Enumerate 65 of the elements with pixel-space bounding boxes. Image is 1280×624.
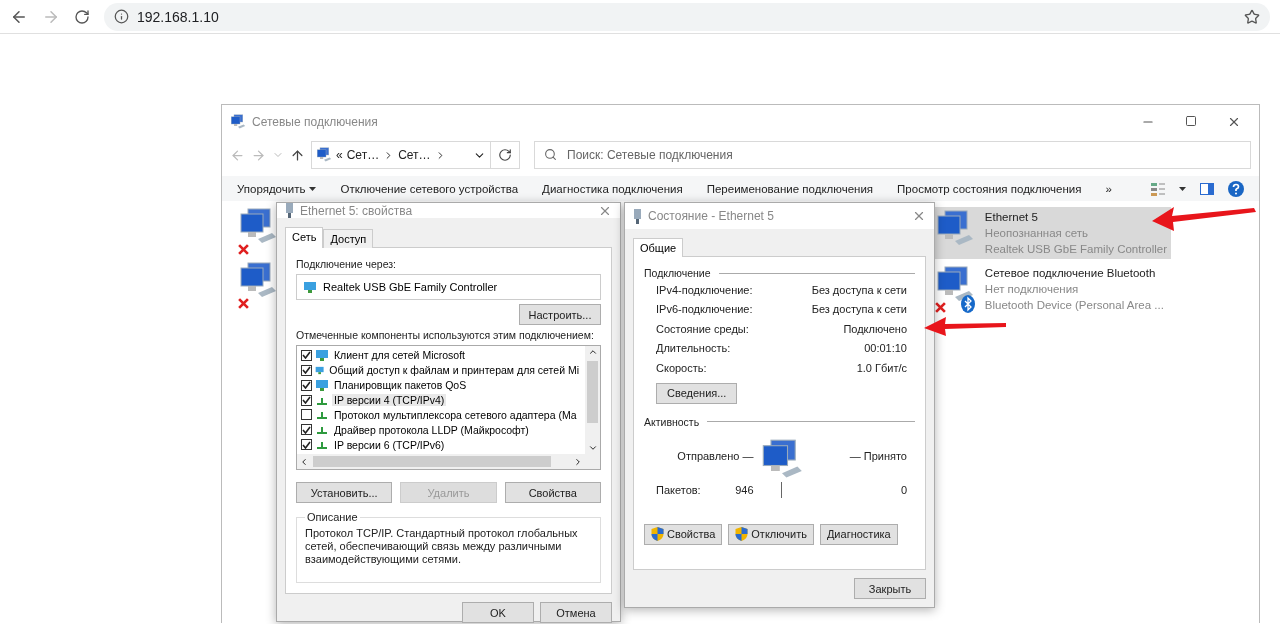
- group-title: Активность: [644, 415, 700, 428]
- info-label: Длительность:: [656, 342, 731, 355]
- group-title: Подключение: [644, 267, 711, 279]
- dialog-button[interactable]: Свойства: [644, 523, 723, 545]
- dialog-title: Ethernet 5: свойства: [300, 203, 414, 218]
- component-item[interactable]: IP версии 4 (TCP/IPv4): [332, 394, 447, 406]
- info-value: Без доступа к сети: [811, 303, 907, 316]
- info-label: IPv4-подключение:: [656, 283, 753, 296]
- component-item[interactable]: Планировщик пакетов QoS: [332, 379, 469, 392]
- packets-sent: 946: [735, 483, 754, 496]
- received-label: — Принято: [848, 449, 907, 462]
- breadcrumb[interactable]: Сет…: [398, 148, 431, 162]
- component-item[interactable]: Протокол мультиплексора сетевого адаптера (Ma: [332, 408, 579, 421]
- toolbar-button[interactable]: Переименование подключения: [706, 182, 874, 195]
- connection-device: Realtek USB GbE Family Controller: [984, 242, 1167, 257]
- search-field[interactable]: Поиск: Сетевые подключения: [534, 141, 1251, 169]
- details-button[interactable]: Сведения...: [656, 382, 738, 404]
- component-item[interactable]: Клиент для сетей Microsoft: [332, 349, 467, 362]
- breadcrumb[interactable]: Сет…: [346, 148, 380, 162]
- more-button[interactable]: »: [1105, 182, 1112, 195]
- tab[interactable]: Общие: [633, 238, 684, 257]
- connection-name: Ethernet 5: [984, 210, 1039, 225]
- info-value: 1.0 Гбит/с: [856, 361, 907, 374]
- adapter-field: Realtek USB GbE Family Controller: [296, 274, 601, 300]
- connection-status: Нет подключения: [984, 282, 1080, 297]
- toolbar-button[interactable]: Отключение сетевого устройства: [340, 182, 519, 195]
- configure-button[interactable]: Настроить...: [519, 304, 601, 325]
- field-label: Отмеченные компоненты используются этим подключением:: [296, 329, 595, 341]
- info-label: Состояние среды:: [656, 322, 749, 335]
- breadcrumb[interactable]: «: [336, 148, 343, 162]
- dialog-title: Состояние - Ethernet 5: [648, 209, 775, 223]
- packets-received: 0: [900, 483, 907, 496]
- url-text: 192.168.1.10: [137, 8, 219, 25]
- info-value: Подключено: [843, 322, 907, 335]
- dialog-button[interactable]: Отмена: [540, 602, 612, 623]
- toolbar-button[interactable]: Упорядочить: [237, 182, 317, 195]
- connection-device: Bluetooth Device (Personal Area ...: [984, 298, 1164, 313]
- connection-name: Сетевое подключение Bluetooth: [984, 266, 1157, 281]
- connection-item[interactable]: Сетевое подключение Bluetooth Нет подключения Bluetooth Device (Personal Area ...: [930, 263, 1171, 315]
- component-item[interactable]: Общий доступ к файлам и принтерам для сетей Mi: [327, 364, 581, 377]
- info-value: Без доступа к сети: [811, 283, 907, 296]
- address-field[interactable]: « Сет… Сет…: [311, 141, 491, 169]
- close-button[interactable]: Закрыть: [854, 578, 926, 599]
- dialog-button[interactable]: OK: [462, 602, 534, 623]
- packets-label: Пакетов:: [656, 483, 701, 496]
- info-value: 00:01:10: [864, 342, 907, 355]
- tab[interactable]: Доступ: [323, 229, 374, 248]
- dialog-button[interactable]: Свойства: [504, 482, 601, 503]
- group-title: Описание: [306, 511, 359, 523]
- info-label: Скорость:: [656, 361, 707, 374]
- component-item[interactable]: IP версии 6 (TCP/IPv6): [332, 438, 447, 451]
- info-label: IPv6-подключение:: [656, 303, 753, 316]
- connection-status: Неопознанная сеть: [984, 226, 1089, 241]
- toolbar-button[interactable]: Просмотр состояния подключения: [897, 182, 1082, 195]
- component-item[interactable]: Драйвер протокола LLDP (Майкрософт): [332, 423, 531, 436]
- field-label: Подключение через:: [296, 258, 397, 270]
- description-text: Протокол TCP/IP. Стандартный протокол глобальных сетей, обеспечивающий связь между различными взаимодействующими сетями.: [305, 527, 579, 566]
- tab[interactable]: Сеть: [285, 227, 324, 248]
- window-title: Сетевые подключения: [252, 115, 379, 129]
- toolbar-button[interactable]: Диагностика подключения: [542, 182, 683, 195]
- address-bar[interactable]: 192.168.1.10: [104, 2, 1270, 31]
- dialog-button[interactable]: Отключить: [728, 523, 814, 545]
- dialog-button[interactable]: Диагностика: [819, 523, 898, 545]
- sent-label: Отправлено —: [676, 449, 754, 462]
- dialog-button[interactable]: Установить...: [296, 482, 393, 503]
